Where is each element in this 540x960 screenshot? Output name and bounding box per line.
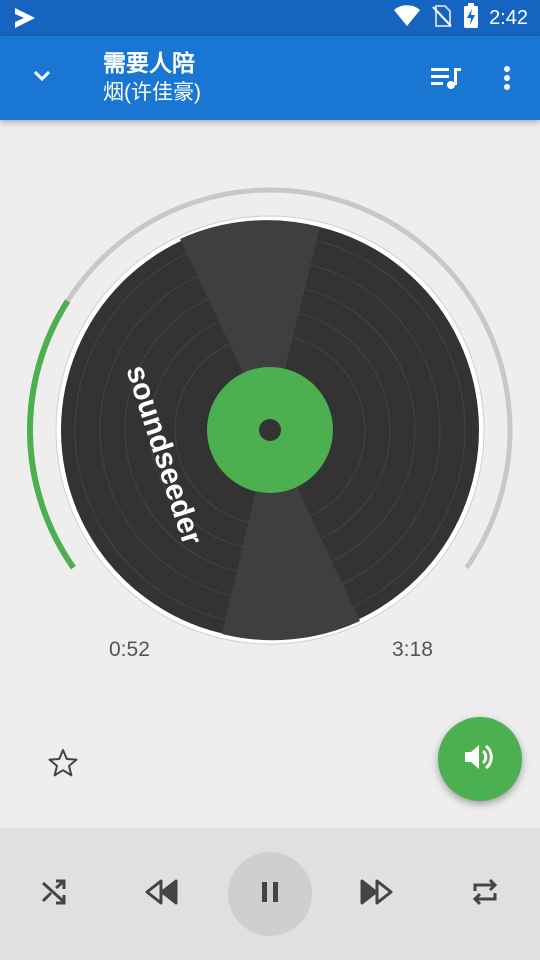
- next-button[interactable]: [346, 864, 406, 924]
- repeat-icon: [470, 877, 500, 912]
- collapse-button[interactable]: [22, 58, 62, 98]
- vinyl-player: soundseeder: [0, 120, 540, 720]
- chevron-down-icon: [30, 64, 54, 93]
- no-sim-icon: [431, 4, 453, 33]
- pause-icon: [259, 880, 281, 909]
- track-info: 需要人陪 烟(许佳豪): [103, 48, 201, 108]
- next-icon: [359, 879, 393, 910]
- battery-charging-icon: [463, 2, 479, 34]
- status-time: 2:42: [489, 6, 528, 29]
- play-store-icon: [12, 6, 38, 35]
- status-bar: 2:42: [0, 0, 540, 36]
- wifi-icon: [393, 4, 421, 32]
- vinyl-disc: soundseeder: [55, 215, 485, 645]
- favorite-button[interactable]: [44, 746, 82, 784]
- queue-music-icon: [430, 65, 462, 96]
- star-outline-icon: [47, 747, 79, 784]
- more-options-button[interactable]: [490, 60, 524, 100]
- previous-icon: [145, 879, 179, 910]
- volume-button[interactable]: [438, 717, 522, 801]
- volume-icon: [463, 742, 497, 777]
- track-duration: 3:18: [392, 638, 433, 661]
- playback-controls: [0, 828, 540, 960]
- previous-button[interactable]: [132, 864, 192, 924]
- shuffle-button[interactable]: [24, 864, 84, 924]
- more-vert-icon: [503, 65, 511, 96]
- pause-button[interactable]: [228, 852, 312, 936]
- queue-button[interactable]: [426, 60, 466, 100]
- elapsed-time: 0:52: [109, 638, 150, 661]
- artist-name: 烟(许佳豪): [103, 81, 201, 104]
- shuffle-icon: [39, 877, 69, 912]
- song-title: 需要人陪: [103, 50, 195, 76]
- repeat-button[interactable]: [455, 864, 515, 924]
- now-playing-toolbar: 需要人陪 烟(许佳豪): [0, 36, 540, 120]
